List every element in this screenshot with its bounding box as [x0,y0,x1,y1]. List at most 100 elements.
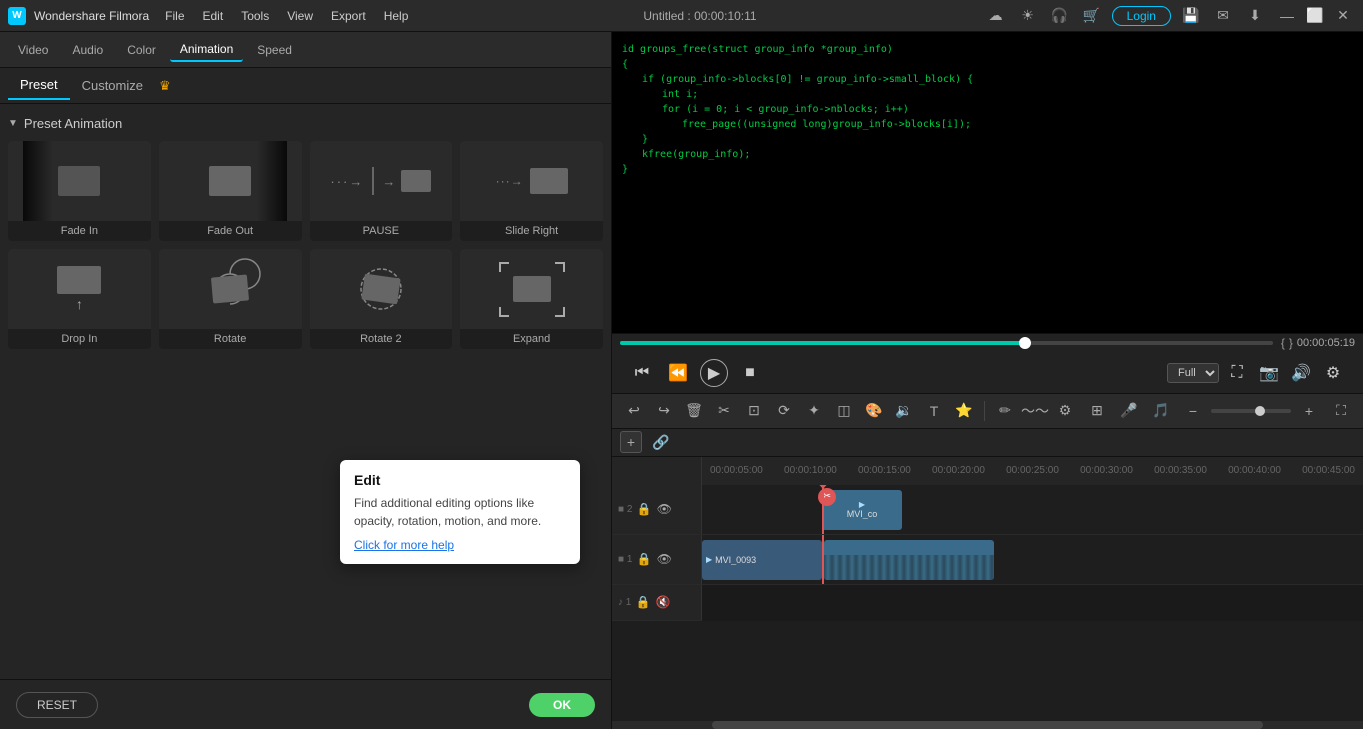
sub-tab-customize[interactable]: Customize [70,72,155,99]
audio-toolbar-button[interactable]: 🔉 [890,397,918,425]
track-lock-1[interactable]: 🔒 [636,551,652,567]
track-eye-2[interactable]: 👁 [656,501,672,517]
add-track-button[interactable]: + [620,431,642,453]
preset-item-fade-out[interactable]: Fade Out [159,141,302,241]
login-button[interactable]: Login [1112,6,1171,26]
rotate2-label: Rotate 2 [358,329,404,349]
skip-back-button[interactable]: ⏮ [628,359,656,387]
track-controls-1: ■ 1 🔒 👁 [612,535,702,584]
ruler-mark-8: 00:00:45:00 [1302,465,1355,476]
timeline-scrollbar[interactable] [612,721,1363,729]
tab-speed[interactable]: Speed [247,39,302,61]
preview-area: id groups_free(struct group_info *group_… [612,32,1363,333]
ctrl-btns: ⏮ ⏪ ▶ ■ [628,359,764,387]
preset-item-fade-in[interactable]: Fade In [8,141,151,241]
menu-export[interactable]: Export [323,7,374,25]
link-track-button[interactable]: 🔗 [650,431,672,453]
step-back-button[interactable]: ⏪ [664,359,692,387]
fullscreen-timeline[interactable]: ⛶ [1327,397,1355,425]
music-icon[interactable]: 🎵 [1147,397,1175,425]
undo-button[interactable]: ↩ [620,397,648,425]
screenshot-button[interactable]: 📷 [1255,359,1283,387]
tab-color[interactable]: Color [117,39,166,61]
preset-item-rotate2[interactable]: Rotate 2 [310,249,453,349]
quality-select[interactable]: Full [1167,363,1219,383]
cloud-icon[interactable]: ☁ [984,4,1008,28]
code-line-9: } [622,162,1353,177]
maximize-button[interactable]: ⬜ [1303,4,1327,28]
settings-button[interactable]: ⚙ [1319,359,1347,387]
settings-toolbar-icon[interactable]: ⚙ [1051,397,1079,425]
play-button[interactable]: ▶ [700,359,728,387]
tab-animation[interactable]: Animation [170,38,243,62]
volume-button[interactable]: 🔊 [1287,359,1315,387]
cut-button[interactable]: ✂ [710,397,738,425]
sub-tab-preset[interactable]: Preset [8,71,70,100]
cart-icon[interactable]: 🛒 [1080,4,1104,28]
menu-edit[interactable]: Edit [195,7,232,25]
minimize-button[interactable]: — [1275,4,1299,28]
timeline-scrollbar-thumb[interactable] [712,721,1263,729]
track-clip-video-1b[interactable]: ▶ MVI_0069 [824,540,994,580]
titlebar: W Wondershare Filmora File Edit Tools Vi… [0,0,1363,32]
headphone-icon[interactable]: 🎧 [1048,4,1072,28]
mic-icon[interactable]: 🎤 [1115,397,1143,425]
save-icon[interactable]: 💾 [1179,4,1203,28]
reset-button[interactable]: RESET [16,692,98,718]
sr-dots: ···→ [496,174,524,188]
audio-track-lock[interactable]: 🔒 [635,594,651,610]
color-toolbar-button[interactable]: 🎨 [860,397,888,425]
snap-icon[interactable]: ⊞ [1083,397,1111,425]
track-clip-video-1a[interactable]: ▶ MVI_0093 [702,540,822,580]
playhead-2 [822,485,824,534]
mail-icon[interactable]: ✉ [1211,4,1235,28]
menu-tools[interactable]: Tools [233,7,277,25]
edit-popup-link[interactable]: Click for more help [354,538,454,552]
rotate2-thumb [310,249,453,329]
sun-icon[interactable]: ☀ [1016,4,1040,28]
tab-video[interactable]: Video [8,39,58,61]
minus-zoom[interactable]: − [1179,397,1207,425]
close-button[interactable]: ✕ [1331,4,1355,28]
sticker-button[interactable]: ⭐ [950,397,978,425]
preset-item-drop-in[interactable]: ↑ Drop In [8,249,151,349]
edit-toolbar-button[interactable]: ✏ [991,397,1019,425]
project-title: Untitled : 00:00:10:11 [643,9,756,23]
timeline-tracks: ■ 2 🔒 👁 ✂ ▶ MVI_co [612,485,1363,722]
preset-item-pause[interactable]: ···→ → PAUSE [310,141,453,241]
fullscreen-button[interactable]: ⛶ [1223,359,1251,387]
exp-corners [499,262,565,317]
delete-button[interactable]: 🗑 [680,397,708,425]
download-icon[interactable]: ⬇ [1243,4,1267,28]
fade-in-label: Fade In [59,221,100,241]
preset-item-slide-right[interactable]: ···→ Slide Right [460,141,603,241]
preset-item-expand[interactable]: Expand [460,249,603,349]
track-lock-2[interactable]: 🔒 [636,501,652,517]
preset-section-header[interactable]: ▼ Preset Animation [8,112,603,141]
ruler-mark-0: 00:00:05:00 [710,465,763,476]
preset-item-rotate[interactable]: Rotate [159,249,302,349]
plus-zoom[interactable]: + [1295,397,1323,425]
zoom-slider[interactable] [1211,409,1291,413]
rotate-toolbar-button[interactable]: ⟳ [770,397,798,425]
progress-track[interactable] [620,341,1273,345]
progress-thumb[interactable] [1019,337,1031,349]
effect-button[interactable]: ✦ [800,397,828,425]
stop-button[interactable]: ■ [736,359,764,387]
menu-view[interactable]: View [279,7,321,25]
track-eye-1[interactable]: 👁 [656,551,672,567]
redo-button[interactable]: ↪ [650,397,678,425]
tab-audio[interactable]: Audio [62,39,113,61]
menu-help[interactable]: Help [376,7,417,25]
code-line-6: free_page((unsigned long)group_info->blo… [622,117,1353,132]
menu-file[interactable]: File [157,7,192,25]
ruler-mark-4: 00:00:25:00 [1006,465,1059,476]
fade-in-box [58,166,100,196]
ok-button[interactable]: OK [529,693,595,717]
crop-button[interactable]: ⊡ [740,397,768,425]
wave-button[interactable]: 〜〜 [1021,397,1049,425]
transition-button[interactable]: ◫ [830,397,858,425]
text-button[interactable]: T [920,397,948,425]
track-num-2: ■ 2 [618,504,632,515]
audio-mute-icon[interactable]: 🔇 [655,594,671,610]
